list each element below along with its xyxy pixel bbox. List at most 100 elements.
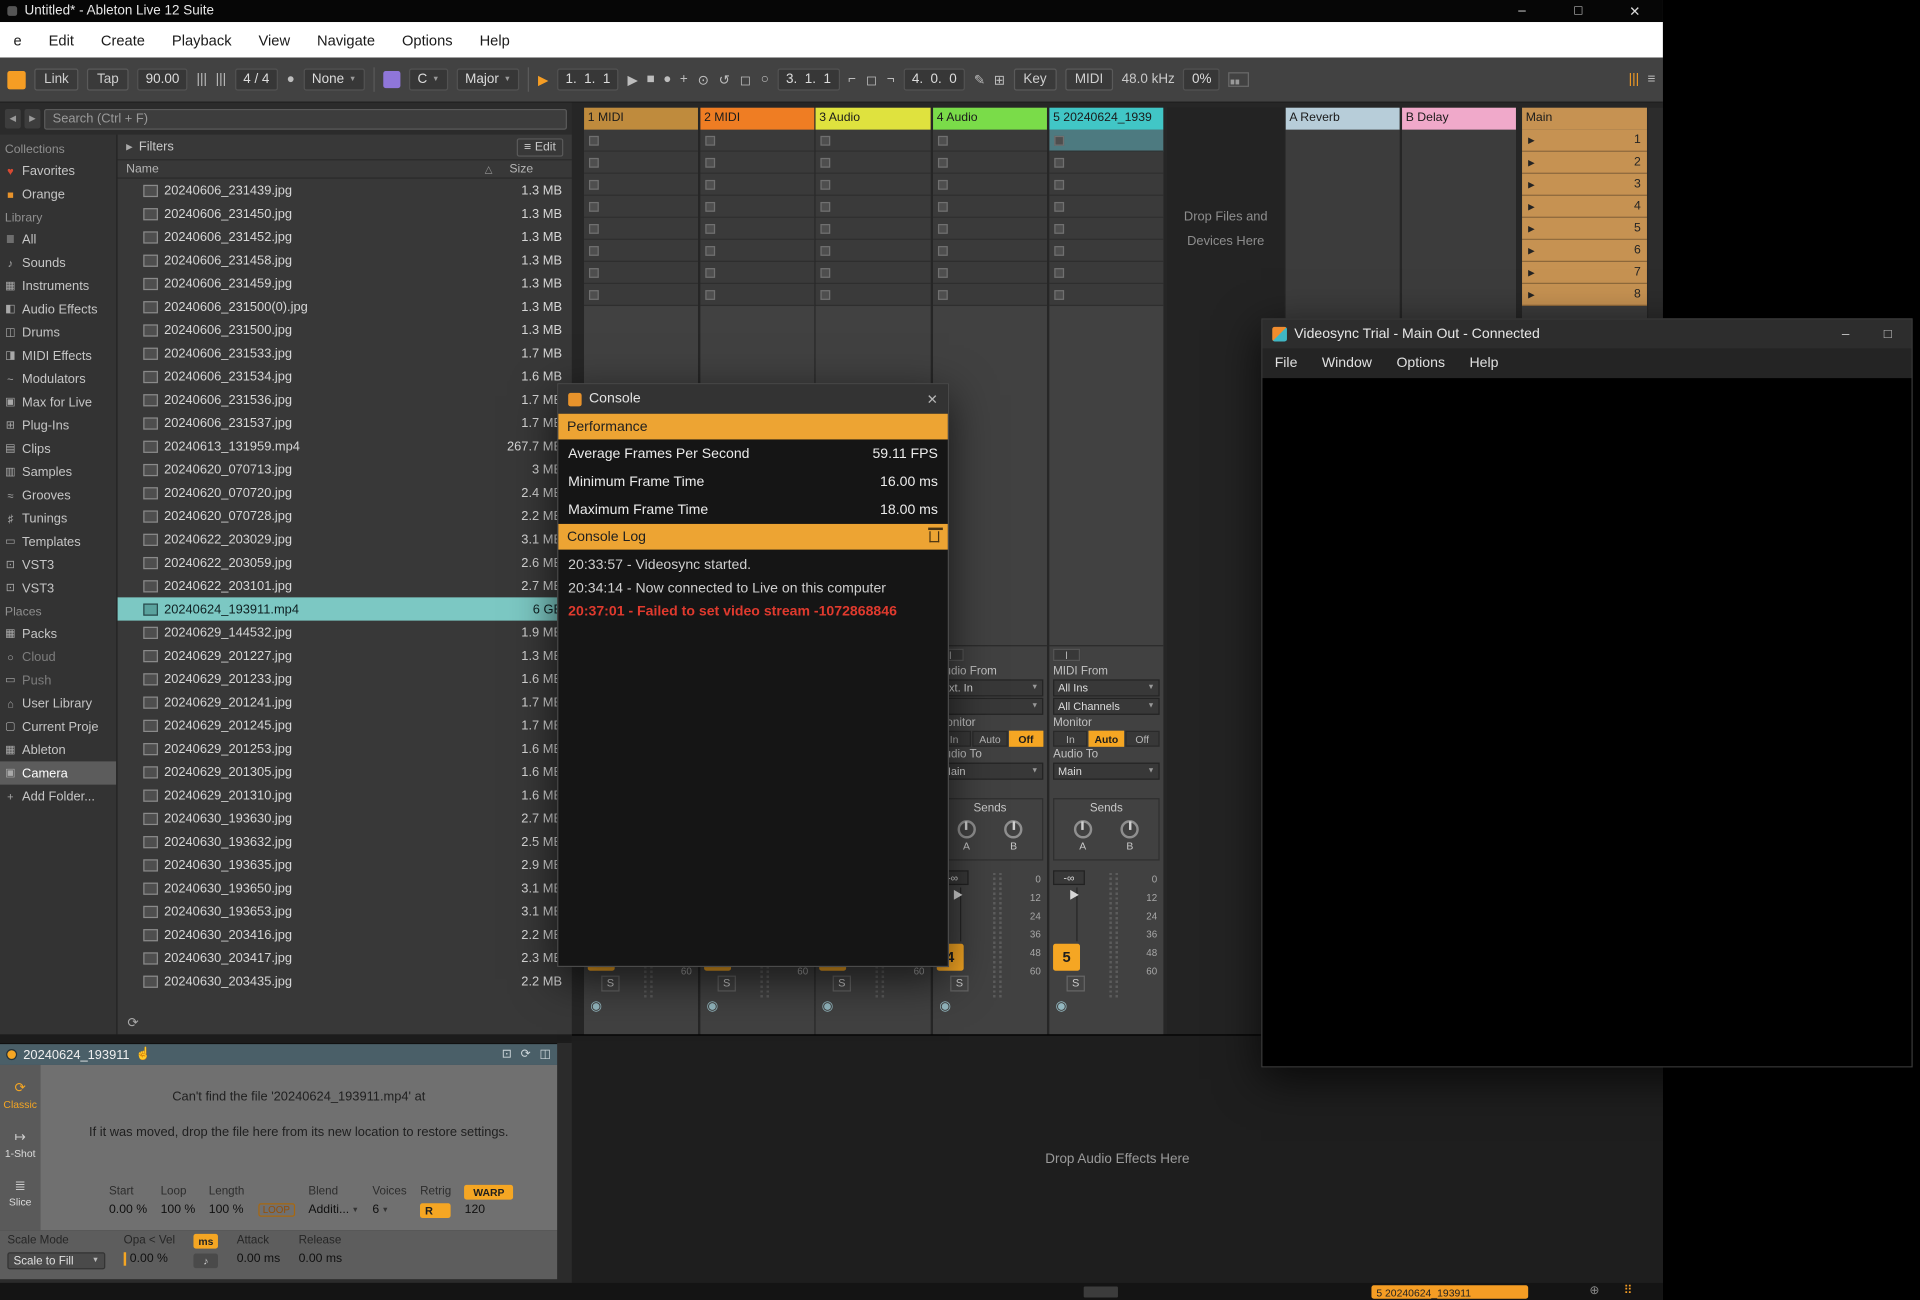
expand-icon[interactable]: ▶ <box>126 142 133 152</box>
clip-slot[interactable] <box>933 152 1047 174</box>
videosync-menu-help[interactable]: Help <box>1457 356 1510 371</box>
output-routing-select[interactable]: Main▼ <box>1053 763 1160 780</box>
file-row[interactable]: 20240630_203417.jpg2.3 MB <box>118 946 572 969</box>
send-b-knob[interactable]: B <box>1004 820 1022 852</box>
link-button[interactable]: Link <box>34 69 78 91</box>
hamburger-menu-icon[interactable]: ≡ <box>1648 72 1656 87</box>
start-control[interactable]: Start 0.00 % <box>109 1185 147 1217</box>
videosync-menu-options[interactable]: Options <box>1384 356 1457 371</box>
send-b-knob[interactable]: B <box>1121 820 1139 852</box>
scene-row[interactable]: ▶3 <box>1522 174 1647 196</box>
loop-start-field[interactable]: 3. 1. 1 <box>777 69 839 91</box>
search-input[interactable]: Search (Ctrl + F) <box>44 108 567 129</box>
clip-slot[interactable] <box>584 262 698 284</box>
sidebar-item-clips[interactable]: ▤Clips <box>0 437 116 460</box>
clip-stop-button[interactable] <box>589 245 599 255</box>
loop-length-field[interactable]: 4. 0. 0 <box>903 69 965 91</box>
menu-item-playback[interactable]: Playback <box>158 31 245 48</box>
scene-play-icon[interactable]: ▶ <box>1528 267 1535 277</box>
clip-stop-button[interactable] <box>1054 223 1064 233</box>
retrig-toggle[interactable]: Retrig R <box>420 1185 451 1218</box>
scene-play-icon[interactable]: ▶ <box>1528 157 1535 167</box>
attack-control[interactable]: Attack 0.00 ms <box>237 1234 281 1266</box>
sidebar-item-orange[interactable]: ■Orange <box>0 182 116 205</box>
sidebar-item-tunings[interactable]: ♯Tunings <box>0 507 116 530</box>
clip-stop-button[interactable] <box>1054 157 1064 167</box>
scene-row[interactable]: ▶2 <box>1522 152 1647 174</box>
sidebar-item-user-library[interactable]: ⌂User Library <box>0 692 116 715</box>
play-button[interactable]: ▶ <box>628 72 638 88</box>
sort-icon[interactable]: △ <box>485 163 493 174</box>
stop-button[interactable]: ■ <box>646 72 654 87</box>
clip-stop-button[interactable] <box>938 223 948 233</box>
clip-stop-button[interactable] <box>705 201 715 211</box>
console-close-button[interactable]: ✕ <box>927 391 938 407</box>
clip-stop-button[interactable] <box>820 157 830 167</box>
clip-slot[interactable] <box>700 218 814 240</box>
clip-slot[interactable] <box>933 196 1047 218</box>
sidebar-item-midi-effects[interactable]: ◨MIDI Effects <box>0 344 116 367</box>
scene-play-icon[interactable]: ▶ <box>1528 135 1535 145</box>
file-row[interactable]: 20240629_201233.jpg1.6 MB <box>118 667 572 690</box>
file-row[interactable]: 20240622_203059.jpg2.6 MB <box>118 551 572 574</box>
sidebar-item-add-folder[interactable]: +Add Folder... <box>0 785 116 808</box>
dragged-clip-badge[interactable]: 5 20240624_193911 <box>1371 1285 1528 1298</box>
videosync-maximize-button[interactable]: □ <box>1884 327 1892 342</box>
scene-row[interactable]: ▶5 <box>1522 218 1647 240</box>
clip-stop-button[interactable] <box>705 289 715 299</box>
minimize-button[interactable]: – <box>1494 3 1550 19</box>
track-header[interactable]: 1 MIDI <box>584 108 698 130</box>
clip-stop-button[interactable] <box>1054 135 1064 145</box>
clip-stop-button[interactable] <box>589 267 599 277</box>
clip-stop-button[interactable] <box>589 135 599 145</box>
clip-stop-button[interactable] <box>938 179 948 189</box>
sidebar-item-templates[interactable]: ▭Templates <box>0 530 116 553</box>
scene-row[interactable]: ▶4 <box>1522 196 1647 218</box>
file-row[interactable]: 20240629_201253.jpg1.6 MB <box>118 737 572 760</box>
clip-stop-button[interactable] <box>820 267 830 277</box>
file-row[interactable]: 20240630_193630.jpg2.7 MB <box>118 807 572 830</box>
blend-select[interactable]: Blend Additi... ▼ <box>308 1185 359 1217</box>
clip-slot[interactable] <box>700 196 814 218</box>
clip-slot[interactable] <box>933 130 1047 152</box>
tempo-field[interactable]: 90.00 <box>137 69 188 91</box>
clip-slot[interactable] <box>1049 152 1163 174</box>
clip-slot[interactable] <box>816 262 931 284</box>
clip-slot[interactable] <box>700 240 814 262</box>
clip-slot[interactable] <box>816 174 931 196</box>
clip-stop-button[interactable] <box>820 223 830 233</box>
track-header[interactable]: 4 Audio <box>933 108 1047 130</box>
scene-play-icon[interactable]: ▶ <box>1528 179 1535 189</box>
file-row[interactable]: 20240606_231536.jpg1.7 MB <box>118 388 572 411</box>
menu-item-create[interactable]: Create <box>87 31 158 48</box>
scene-play-icon[interactable]: ▶ <box>1528 245 1535 255</box>
clip-stop-button[interactable] <box>705 245 715 255</box>
clip-slot[interactable] <box>1049 240 1163 262</box>
solo-button[interactable]: S <box>1067 976 1085 992</box>
sidebar-item-current-proje[interactable]: ▢Current Proje <box>0 715 116 738</box>
solo-button[interactable]: S <box>601 976 619 992</box>
input-channel-select[interactable]: All Channels▼ <box>1053 698 1160 715</box>
clip-stop-button[interactable] <box>705 157 715 167</box>
menu-item-view[interactable]: View <box>245 31 304 48</box>
clip-slot[interactable] <box>584 284 698 306</box>
clip-slot[interactable] <box>816 152 931 174</box>
sidebar-item-packs[interactable]: ▦Packs <box>0 622 116 645</box>
groove-icon[interactable]: ● <box>287 72 295 87</box>
file-row[interactable]: 20240620_070713.jpg3 MB <box>118 458 572 481</box>
file-row[interactable]: 20240629_201305.jpg1.6 MB <box>118 760 572 783</box>
monitor-auto-button[interactable]: Auto <box>1089 731 1124 747</box>
return-track-header[interactable]: A Reverb <box>1286 108 1400 130</box>
clip-slot[interactable] <box>1049 284 1163 306</box>
metronome-icon[interactable]: ||| <box>196 72 207 87</box>
clip-stop-button[interactable] <box>820 245 830 255</box>
tab-slice[interactable]: ≣Slice <box>9 1178 32 1209</box>
clip-link-icon[interactable]: ⊡ <box>502 1048 512 1061</box>
voices-select[interactable]: Voices 6 ▼ <box>372 1185 406 1217</box>
clip-stop-button[interactable] <box>589 157 599 167</box>
loop-control[interactable]: Loop 100 % <box>161 1185 196 1217</box>
file-row[interactable]: 20240606_231439.jpg1.3 MB <box>118 179 572 202</box>
filters-label[interactable]: Filters <box>139 140 174 155</box>
clip-stop-button[interactable] <box>938 201 948 211</box>
file-row[interactable]: 20240630_193653.jpg3.1 MB <box>118 900 572 923</box>
